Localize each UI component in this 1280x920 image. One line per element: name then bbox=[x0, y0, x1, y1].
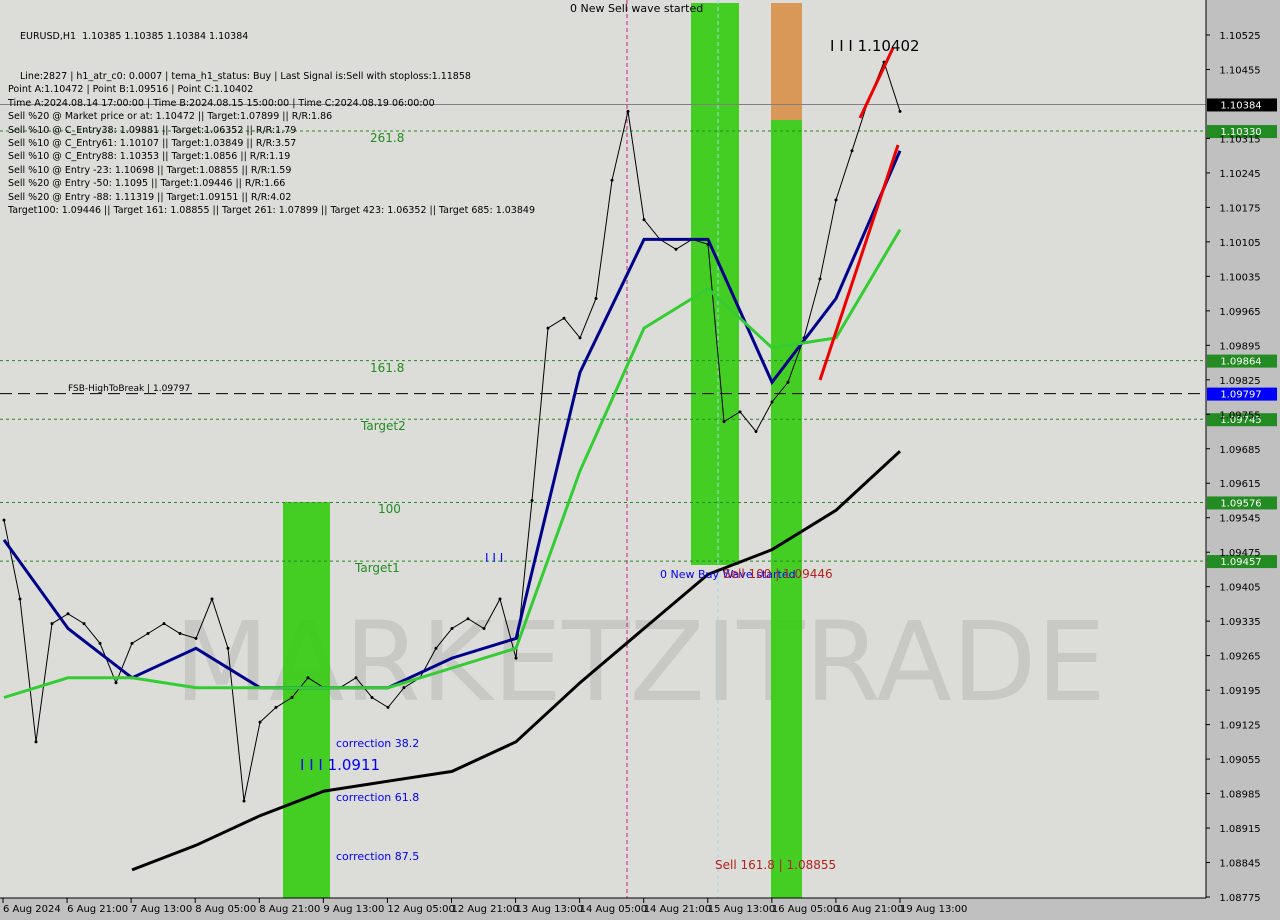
y-tick-label: 1.09265 bbox=[1219, 652, 1260, 663]
info-line: Sell %10 @ C_Entry38: 1.09881 || Target:… bbox=[8, 124, 297, 136]
info-line: Target100: 1.09446 || Target 161: 1.0885… bbox=[8, 205, 535, 217]
signal-zone bbox=[691, 3, 739, 565]
y-tick-label: 1.09055 bbox=[1219, 755, 1260, 766]
signal-zone bbox=[771, 120, 802, 898]
chart-annotation: Target1 bbox=[354, 561, 400, 575]
info-line: Time A:2024.08.14 17:00:00 | Time B:2024… bbox=[8, 97, 435, 109]
signal-zone bbox=[771, 3, 802, 120]
y-tick-label: 1.10455 bbox=[1219, 65, 1260, 76]
info-line: Sell %10 @ C_Entry61: 1.10107 || Target:… bbox=[8, 138, 297, 150]
chart-annotation: 0 New Sell wave started bbox=[570, 2, 703, 15]
level-tag-label: 1.09864 bbox=[1220, 357, 1261, 368]
x-tick-label: 8 Aug 21:00 bbox=[259, 904, 320, 915]
chart-annotation: Target2 bbox=[360, 419, 406, 433]
info-panel: EURUSD,H1 1.10385 1.10385 1.10384 1.1038… bbox=[8, 3, 535, 244]
chart-annotation: I I I bbox=[485, 551, 503, 565]
y-tick-label: 1.09685 bbox=[1219, 445, 1260, 456]
y-tick-label: 1.09965 bbox=[1219, 307, 1260, 318]
x-tick-label: 16 Aug 21:00 bbox=[836, 904, 903, 915]
chart-annotation: Sell 100 | 1.09446 bbox=[723, 567, 833, 581]
y-tick-label: 1.08775 bbox=[1219, 893, 1260, 904]
chart-annotation: FSB-HighToBreak | 1.09797 bbox=[68, 384, 190, 394]
level-tag-label: 1.09797 bbox=[1220, 390, 1261, 401]
y-tick-label: 1.08915 bbox=[1219, 824, 1260, 835]
x-tick-label: 12 Aug 21:00 bbox=[451, 904, 518, 915]
x-tick-label: 12 Aug 05:00 bbox=[387, 904, 454, 915]
y-tick-label: 1.10315 bbox=[1219, 134, 1260, 145]
y-tick-label: 1.10245 bbox=[1219, 169, 1260, 180]
x-tick-label: 9 Aug 13:00 bbox=[323, 904, 384, 915]
chart-window: MARKETZITRADE 1.10384 1.10330 1.09864 1.097… bbox=[0, 0, 1280, 920]
symbol-title: EURUSD,H1 1.10385 1.10385 1.10384 1.1038… bbox=[20, 30, 249, 42]
y-tick-label: 1.08985 bbox=[1219, 790, 1260, 801]
x-tick-label: 13 Aug 13:00 bbox=[516, 904, 583, 915]
x-tick-label: 6 Aug 21:00 bbox=[67, 904, 128, 915]
y-tick-label: 1.09195 bbox=[1219, 686, 1260, 697]
info-line: Line:2827 | h1_atr_c0: 0.0007 | tema_h1_… bbox=[20, 71, 471, 83]
price-axis: 1.10525 1.10455 1.10315 1.10245 1.10175 1.101… bbox=[1206, 31, 1261, 904]
level-tag-label: 1.09576 bbox=[1220, 498, 1261, 509]
y-tick-label: 1.10105 bbox=[1219, 238, 1260, 249]
y-tick-label: 1.09475 bbox=[1219, 548, 1260, 559]
x-tick-label: 6 Aug 2024 bbox=[3, 904, 61, 915]
info-line: Sell %20 @ Entry -50: 1.1095 || Target:1… bbox=[8, 178, 286, 190]
chart-annotation: correction 38.2 bbox=[336, 737, 419, 750]
y-tick-label: 1.09405 bbox=[1219, 583, 1260, 594]
x-tick-label: 14 Aug 21:00 bbox=[644, 904, 711, 915]
y-tick-label: 1.09895 bbox=[1219, 341, 1260, 352]
x-tick-label: 15 Aug 13:00 bbox=[708, 904, 775, 915]
x-tick-label: 8 Aug 05:00 bbox=[195, 904, 256, 915]
chart-annotation: Sell 161.8 | 1.08855 bbox=[715, 858, 836, 872]
time-axis: 6 Aug 2024 6 Aug 21:00 7 Aug 13:00 8 Aug 05… bbox=[2, 898, 967, 915]
x-tick-label: 7 Aug 13:00 bbox=[131, 904, 192, 915]
info-line: Point A:1.10472 | Point B:1.09516 | Poin… bbox=[8, 84, 254, 96]
y-tick-label: 1.08845 bbox=[1219, 859, 1260, 870]
y-tick-label: 1.09615 bbox=[1219, 479, 1260, 490]
y-tick-label: 1.10035 bbox=[1219, 272, 1260, 283]
x-tick-label: 19 Aug 13:00 bbox=[900, 904, 967, 915]
y-tick-label: 1.09335 bbox=[1219, 617, 1260, 628]
info-line: Sell %20 @ Market price or at: 1.10472 |… bbox=[8, 111, 333, 123]
info-line: Sell %10 @ C_Entry88: 1.10353 || Target:… bbox=[8, 151, 291, 163]
chart-annotation: correction 87.5 bbox=[336, 850, 419, 863]
y-tick-label: 1.09825 bbox=[1219, 376, 1260, 387]
info-line: Sell %20 @ Entry -88: 1.11319 || Target:… bbox=[8, 191, 292, 203]
chart-annotation: 161.8 bbox=[370, 361, 404, 375]
y-tick-label: 1.09545 bbox=[1219, 514, 1260, 525]
chart-annotation: 100 bbox=[378, 502, 401, 516]
chart-annotation: I I I 1.0911 bbox=[300, 756, 380, 774]
y-tick-label: 1.09125 bbox=[1219, 721, 1260, 732]
chart-annotation: I I I 1.10402 bbox=[830, 37, 920, 55]
level-tag-label: 1.10384 bbox=[1220, 100, 1261, 111]
x-tick-label: 14 Aug 05:00 bbox=[580, 904, 647, 915]
x-tick-label: 16 Aug 05:00 bbox=[772, 904, 839, 915]
chart-annotation: correction 61.8 bbox=[336, 791, 419, 804]
info-line: Sell %10 @ Entry -23: 1.10698 || Target:… bbox=[8, 164, 292, 176]
y-tick-label: 1.10175 bbox=[1219, 203, 1260, 214]
y-tick-label: 1.09755 bbox=[1219, 410, 1260, 421]
y-tick-label: 1.10525 bbox=[1219, 31, 1260, 42]
